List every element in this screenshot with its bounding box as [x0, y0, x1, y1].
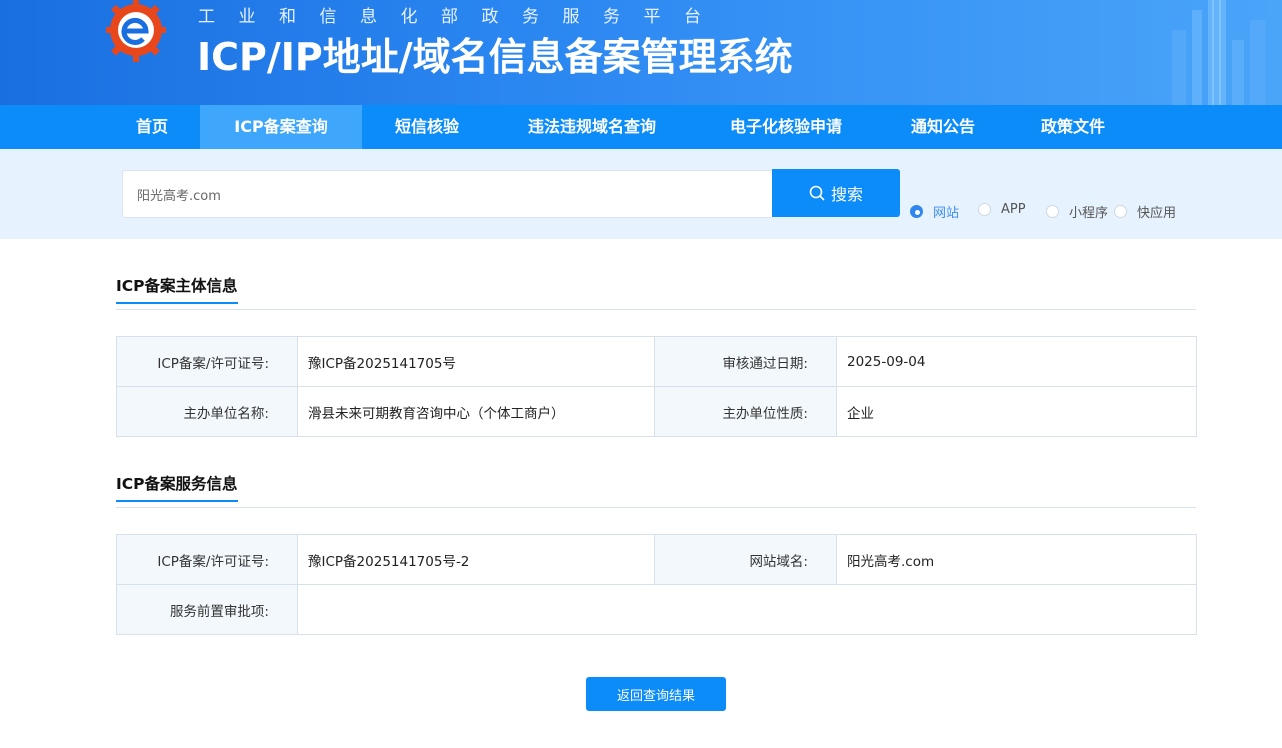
nav-item-policies[interactable]: 政策文件: [1018, 105, 1128, 149]
section-divider: [116, 507, 1196, 508]
table-row: ICP备案/许可证号: 豫ICP备2025141705号-2 网站域名: 阳光高…: [116, 534, 1197, 585]
radio-quick-app[interactable]: 快应用: [1114, 202, 1176, 221]
radio-label: 小程序: [1069, 206, 1109, 221]
label-approval-date: 审核通过日期:: [654, 336, 837, 387]
nav-item-notices[interactable]: 通知公告: [890, 105, 996, 149]
radio-dot: [1046, 205, 1059, 218]
gear-e-logo-icon: [106, 0, 166, 62]
nav-item-home[interactable]: 首页: [114, 105, 190, 149]
radio-dot: [910, 205, 923, 218]
search-icon: [809, 185, 825, 201]
search-area: 搜索 网站 APP 小程序 快应用: [0, 149, 1282, 239]
service-info-table: ICP备案/许可证号: 豫ICP备2025141705号-2 网站域名: 阳光高…: [116, 534, 1197, 635]
label-organizer-name: 主办单位名称:: [116, 386, 298, 437]
radio-dot: [978, 203, 991, 216]
radio-label: 快应用: [1137, 206, 1177, 221]
search-input[interactable]: [122, 170, 773, 218]
label-icp-number: ICP备案/许可证号:: [116, 336, 298, 387]
section-title-subject: ICP备案主体信息: [116, 274, 238, 304]
radio-app[interactable]: APP: [978, 202, 1026, 217]
radio-mini-program[interactable]: 小程序: [1046, 202, 1108, 221]
nav-item-icp-query[interactable]: ICP备案查询: [200, 105, 362, 149]
subject-info-table: ICP备案/许可证号: 豫ICP备2025141705号 审核通过日期: 202…: [116, 336, 1197, 437]
header-banner: 工业和信息化部政务服务平台 ICP/IP地址/域名信息备案管理系统: [0, 0, 1282, 105]
label-domain: 网站域名:: [654, 534, 837, 585]
value-organizer-name: 滑县未来可期教育咨询中心（个体工商户）: [297, 386, 655, 437]
value-organizer-type: 企业: [836, 386, 1197, 437]
table-row: ICP备案/许可证号: 豫ICP备2025141705号 审核通过日期: 202…: [116, 336, 1197, 387]
section-title-service: ICP备案服务信息: [116, 472, 238, 502]
value-service-icp-number: 豫ICP备2025141705号-2: [297, 534, 655, 585]
label-pre-approval: 服务前置审批项:: [116, 584, 298, 635]
radio-label: 网站: [933, 206, 960, 221]
radio-dot: [1114, 205, 1127, 218]
value-icp-number: 豫ICP备2025141705号: [297, 336, 655, 387]
search-button[interactable]: 搜索: [772, 169, 900, 217]
platform-subtitle: 工业和信息化部政务服务平台: [198, 7, 725, 27]
search-button-label: 搜索: [830, 185, 863, 204]
label-service-icp-number: ICP备案/许可证号:: [116, 534, 298, 585]
nav-item-illegal-domain[interactable]: 违法违规域名查询: [506, 105, 678, 149]
label-organizer-type: 主办单位性质:: [654, 386, 837, 437]
value-domain: 阳光高考.com: [836, 534, 1197, 585]
section-divider: [116, 309, 1196, 310]
nav-item-e-verify[interactable]: 电子化核验申请: [702, 105, 870, 149]
main-nav: 首页 ICP备案查询 短信核验 违法违规域名查询 电子化核验申请 通知公告 政策…: [0, 105, 1282, 149]
radio-label: APP: [1001, 202, 1026, 217]
radio-website[interactable]: 网站: [910, 202, 959, 221]
value-approval-date: 2025-09-04: [836, 336, 1197, 387]
table-row: 主办单位名称: 滑县未来可期教育咨询中心（个体工商户） 主办单位性质: 企业: [116, 386, 1197, 437]
back-to-results-button[interactable]: 返回查询结果: [586, 677, 726, 711]
skyline-decoration-icon: [1172, 0, 1266, 105]
nav-item-sms-verify[interactable]: 短信核验: [372, 105, 482, 149]
table-row: 服务前置审批项:: [116, 584, 1197, 635]
system-title: ICP/IP地址/域名信息备案管理系统: [197, 35, 793, 79]
value-pre-approval: [297, 584, 1197, 635]
